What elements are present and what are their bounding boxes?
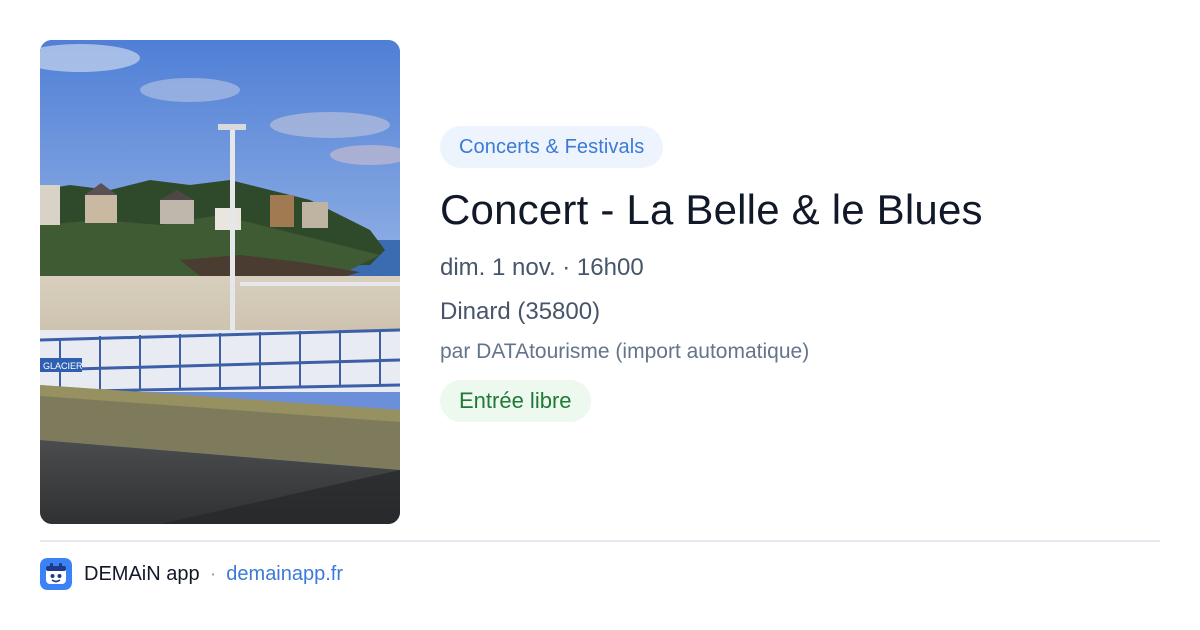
event-location: Dinard (35800) — [440, 298, 601, 325]
footer: DEMAiN app · demainapp.fr — [40, 558, 343, 590]
app-name: DEMAiN app — [84, 562, 200, 585]
event-source: par DATAtourisme (import automatique) — [440, 340, 810, 363]
event-details: Concerts & Festivals Concert - La Belle … — [440, 126, 1160, 422]
glacier-sign-text: GLACIER — [43, 361, 83, 371]
event-title: Concert - La Belle & le Blues — [440, 186, 983, 233]
app-website-link[interactable]: demainapp.fr — [226, 563, 343, 586]
footer-divider — [40, 540, 1160, 542]
event-image: GLACIER — [40, 40, 400, 524]
beach-photo: GLACIER — [40, 40, 400, 524]
category-badge[interactable]: Concerts & Festivals — [440, 126, 664, 168]
demain-app-logo-icon — [40, 558, 72, 590]
event-datetime: dim. 1 nov. · 16h00 — [440, 254, 644, 281]
footer-separator: · — [209, 562, 217, 585]
price-badge: Entrée libre — [440, 380, 591, 422]
